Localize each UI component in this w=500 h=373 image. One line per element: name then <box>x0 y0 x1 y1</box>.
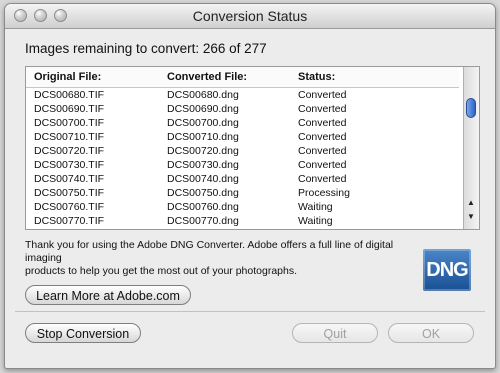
converted-file-cell: DCS00750.dng <box>167 187 239 199</box>
table-row[interactable]: DCS00760.TIF DCS00760.dng Waiting <box>26 200 462 214</box>
status-cell: Converted <box>298 117 347 129</box>
file-list-header: Original File: Converted File: Status: <box>26 67 459 88</box>
status-cell: Converted <box>298 131 347 143</box>
converted-file-cell: DCS00690.dng <box>167 103 239 115</box>
converted-file-cell: DCS00760.dng <box>167 201 239 213</box>
list-scrollbar[interactable]: ▲ ▼ <box>463 67 479 229</box>
table-row[interactable]: DCS00690.TIF DCS00690.dng Converted <box>26 102 462 116</box>
original-file-cell: DCS00770.TIF <box>34 215 105 227</box>
scrollbar-thumb[interactable] <box>466 98 476 118</box>
message-line-1: Thank you for using the Adobe DNG Conver… <box>25 239 394 264</box>
original-file-cell: DCS00730.TIF <box>34 159 105 171</box>
original-file-cell: DCS00720.TIF <box>34 145 105 157</box>
original-file-cell: DCS00710.TIF <box>34 131 105 143</box>
status-cell: Waiting <box>298 201 333 213</box>
converted-file-cell: DCS00680.dng <box>167 89 239 101</box>
thank-you-message: Thank you for using the Adobe DNG Conver… <box>25 239 425 278</box>
table-row[interactable]: DCS00700.TIF DCS00700.dng Converted <box>26 116 462 130</box>
table-row[interactable]: DCS00770.TIF DCS00770.dng Waiting <box>26 214 462 228</box>
table-row[interactable]: DCS00710.TIF DCS00710.dng Converted <box>26 130 462 144</box>
window-title: Conversion Status <box>192 8 308 24</box>
original-file-cell: DCS00740.TIF <box>34 173 105 185</box>
table-row[interactable]: DCS00720.TIF DCS00720.dng Converted <box>26 144 462 158</box>
original-file-cell: DCS00680.TIF <box>34 89 105 101</box>
converted-file-cell: DCS00740.dng <box>167 173 239 185</box>
converted-file-cell: DCS00730.dng <box>167 159 239 171</box>
ok-button[interactable]: OK <box>388 323 474 343</box>
header-original-file: Original File: <box>34 71 102 83</box>
table-row[interactable]: DCS00730.TIF DCS00730.dng Converted <box>26 158 462 172</box>
status-cell: Converted <box>298 159 347 171</box>
status-cell: Waiting <box>298 215 333 227</box>
quit-button[interactable]: Quit <box>292 323 378 343</box>
status-cell: Processing <box>298 187 350 199</box>
header-converted-file: Converted File: <box>167 71 248 83</box>
message-line-2: products to help you get the most out of… <box>25 265 298 277</box>
original-file-cell: DCS00700.TIF <box>34 117 105 129</box>
original-file-cell: DCS00750.TIF <box>34 187 105 199</box>
remaining-count-text: Images remaining to convert: 266 of 277 <box>25 41 267 56</box>
status-cell: Converted <box>298 173 347 185</box>
converted-file-cell: DCS00770.dng <box>167 215 239 227</box>
learn-more-button[interactable]: Learn More at Adobe.com <box>25 285 191 305</box>
status-cell: Converted <box>298 145 347 157</box>
original-file-cell: DCS00690.TIF <box>34 103 105 115</box>
header-status: Status: <box>298 71 336 83</box>
converted-file-cell: DCS00700.dng <box>167 117 239 129</box>
status-cell: Converted <box>298 103 347 115</box>
table-row[interactable]: DCS00750.TIF DCS00750.dng Processing <box>26 186 462 200</box>
table-row[interactable]: DCS00680.TIF DCS00680.dng Converted <box>26 88 462 102</box>
scroll-down-arrow-icon[interactable]: ▼ <box>467 212 475 221</box>
table-row[interactable]: DCS00740.TIF DCS00740.dng Converted <box>26 172 462 186</box>
converted-file-cell: DCS00710.dng <box>167 131 239 143</box>
file-list-rows: DCS00680.TIF DCS00680.dng Converted DCS006… <box>26 88 462 228</box>
conversion-status-window: Conversion Status Images remaining to co… <box>4 3 496 369</box>
converted-file-cell: DCS00720.dng <box>167 145 239 157</box>
status-cell: Converted <box>298 89 347 101</box>
original-file-cell: DCS00760.TIF <box>34 201 105 213</box>
scroll-up-arrow-icon[interactable]: ▲ <box>467 198 475 207</box>
stop-conversion-button[interactable]: Stop Conversion <box>25 323 141 343</box>
title-bar: Conversion Status <box>5 4 495 29</box>
dng-logo: DNG <box>423 249 471 291</box>
file-list: Original File: Converted File: Status: D… <box>25 66 480 230</box>
divider <box>15 311 485 312</box>
